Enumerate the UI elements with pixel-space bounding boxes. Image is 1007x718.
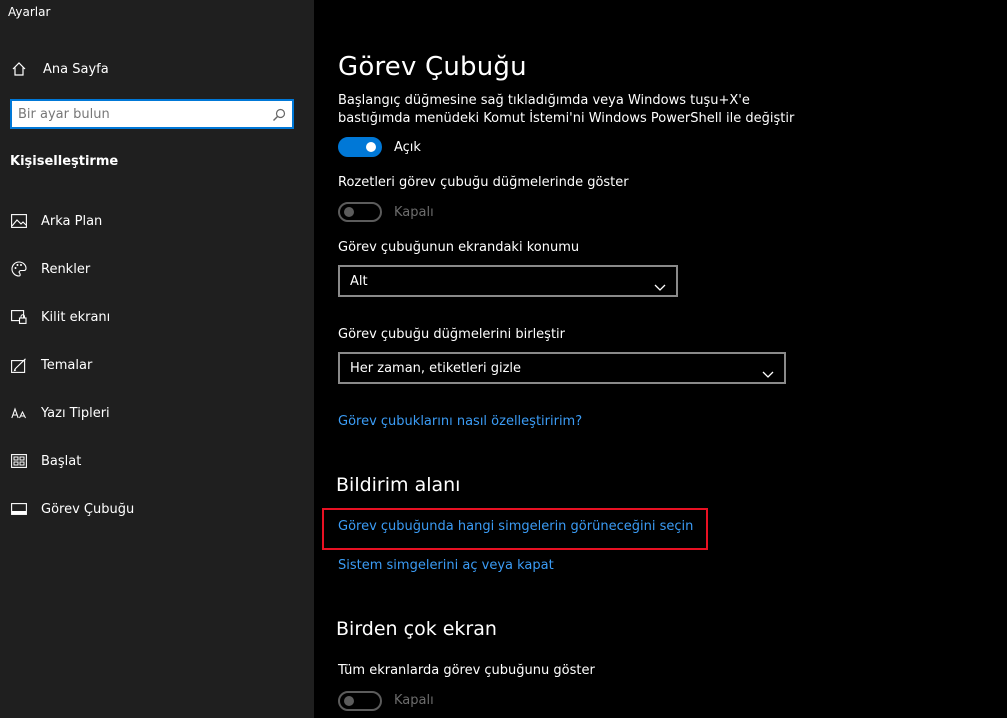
powershell-toggle-state: Açık — [394, 140, 421, 155]
customize-taskbar-link[interactable]: Görev çubuklarını nasıl özelleştiririm? — [338, 414, 582, 429]
system-icons-link[interactable]: Sistem simgelerini aç veya kapat — [338, 558, 554, 573]
select-taskbar-icons-link[interactable]: Görev çubuğunda hangi simgelerin görünec… — [338, 519, 693, 534]
page-title: Görev Çubuğu — [338, 52, 527, 82]
taskbar-icon — [10, 500, 28, 518]
sidebar-item-colors[interactable]: Renkler — [0, 249, 314, 289]
toggle-knob — [366, 142, 376, 152]
combine-buttons-label: Görev çubuğu düğmelerini birleştir — [338, 327, 566, 342]
toggle-knob — [344, 696, 354, 706]
sidebar-item-background[interactable]: Arka Plan — [0, 201, 314, 241]
search-icon[interactable] — [272, 107, 286, 126]
all-displays-toggle[interactable] — [338, 691, 382, 711]
lock-screen-icon — [10, 308, 28, 326]
section-heading: Kişiselleştirme — [10, 154, 119, 169]
picture-icon — [10, 212, 28, 230]
dropdown-value: Her zaman, etiketleri gizle — [350, 361, 522, 376]
sidebar-item-taskbar[interactable]: Görev Çubuğu — [0, 489, 314, 529]
taskbar-location-label: Görev çubuğunun ekrandaki konumu — [338, 240, 580, 255]
font-icon — [10, 404, 28, 422]
sidebar-item-start[interactable]: Başlat — [0, 441, 314, 481]
main-content: Görev Çubuğu Başlangıç düğmesine sağ tık… — [314, 0, 1007, 718]
all-displays-label: Tüm ekranlarda görev çubuğunu göster — [338, 663, 595, 678]
sidebar-item-label: Ana Sayfa — [43, 61, 109, 77]
search-box[interactable] — [10, 99, 294, 129]
app-title: Ayarlar — [8, 5, 51, 19]
chevron-down-icon — [762, 364, 774, 383]
sidebar-item-themes[interactable]: Temalar — [0, 345, 314, 385]
sidebar-item-label: Renkler — [41, 261, 91, 277]
palette-icon — [10, 260, 28, 278]
sidebar-item-label: Başlat — [41, 453, 82, 469]
badges-setting-label: Rozetleri görev çubuğu düğmelerinde göst… — [338, 175, 629, 190]
sidebar-item-label: Temalar — [41, 357, 93, 373]
sidebar: Ayarlar Ana Sayfa Kişiselleştirme Arka P… — [0, 0, 314, 718]
sidebar-item-home[interactable]: Ana Sayfa — [0, 49, 314, 89]
badges-toggle-state: Kapalı — [394, 205, 434, 220]
combine-buttons-dropdown[interactable]: Her zaman, etiketleri gizle — [338, 352, 786, 384]
dropdown-value: Alt — [350, 274, 368, 289]
powershell-setting-label: Başlangıç düğmesine sağ tıkladığımda vey… — [338, 93, 795, 126]
search-input[interactable] — [14, 101, 272, 127]
sidebar-item-fonts[interactable]: Yazı Tipleri — [0, 393, 314, 433]
sidebar-item-label: Kilit ekranı — [41, 309, 111, 325]
chevron-down-icon — [654, 277, 666, 296]
sidebar-item-lock-screen[interactable]: Kilit ekranı — [0, 297, 314, 337]
home-icon — [10, 60, 28, 78]
toggle-knob — [344, 207, 354, 217]
sidebar-item-label: Yazı Tipleri — [41, 405, 110, 421]
notification-area-heading: Bildirim alanı — [336, 474, 461, 496]
sidebar-item-label: Arka Plan — [41, 213, 103, 229]
sidebar-item-label: Görev Çubuğu — [41, 501, 135, 517]
taskbar-location-dropdown[interactable]: Alt — [338, 265, 678, 297]
powershell-toggle[interactable] — [338, 137, 382, 157]
theme-icon — [10, 356, 28, 374]
all-displays-toggle-state: Kapalı — [394, 693, 434, 708]
badges-toggle[interactable] — [338, 202, 382, 222]
multiple-displays-heading: Birden çok ekran — [336, 618, 497, 640]
start-icon — [10, 452, 28, 470]
